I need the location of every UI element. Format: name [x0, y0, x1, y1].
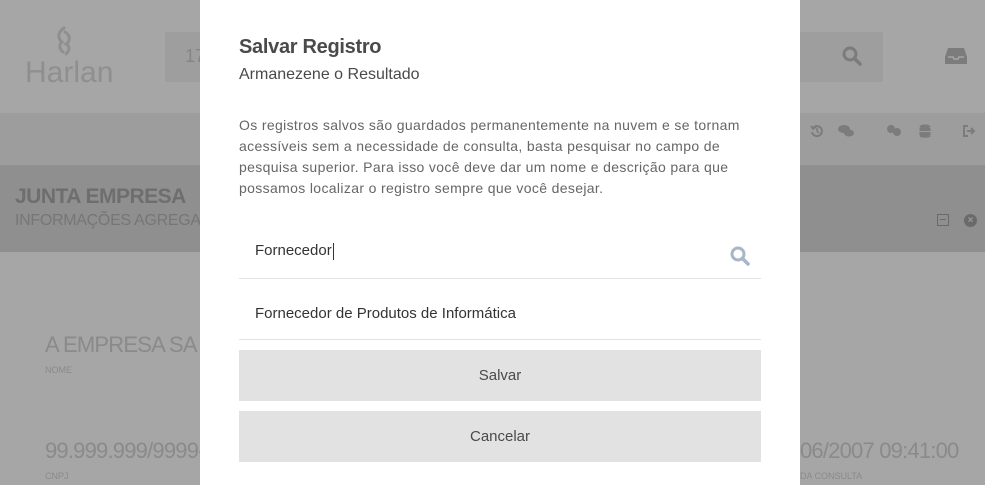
search-icon[interactable]	[842, 46, 862, 66]
comments-icon[interactable]	[838, 124, 854, 138]
modal-title: Salvar Registro	[239, 36, 382, 58]
cnpj-label: CNPJ	[45, 471, 69, 481]
query-date-value: 06/2007 09:41:00	[800, 438, 959, 463]
save-record-modal: Salvar Registro Armanezene o Resultado O…	[200, 0, 800, 485]
minimize-icon[interactable]	[937, 214, 949, 226]
cancel-button[interactable]: Cancelar	[239, 411, 761, 462]
database-icon[interactable]	[919, 124, 931, 138]
close-icon[interactable]: ×	[964, 214, 977, 227]
record-description-input[interactable]: Fornecedor de Produtos de Informática	[255, 305, 516, 322]
query-date-label: DA CONSULTA	[800, 471, 863, 481]
search-icon[interactable]	[730, 246, 750, 266]
text-caret	[332, 243, 334, 260]
users-icon[interactable]	[885, 124, 903, 138]
record-name-field[interactable]: Fornecedor	[239, 227, 761, 279]
section-title: JUNTA EMPRESA	[15, 185, 186, 208]
logout-icon[interactable]	[962, 124, 976, 138]
company-name-value: A EMPRESA SA	[45, 332, 198, 357]
record-description-field[interactable]: Fornecedor de Produtos de Informática	[239, 288, 761, 340]
modal-subtitle: Armanezene o Resultado	[239, 66, 420, 83]
logo-mark-icon	[57, 26, 71, 56]
history-icon[interactable]	[810, 124, 824, 138]
company-name-label: NOME	[45, 365, 72, 375]
record-name-input[interactable]: Fornecedor	[255, 242, 725, 259]
inbox-icon[interactable]	[944, 46, 968, 66]
harlan-logo: Harlan	[25, 26, 115, 92]
logo-text: Harlan	[25, 56, 114, 89]
modal-description: Os registros salvos são guardados perman…	[239, 117, 740, 196]
save-button[interactable]: Salvar	[239, 350, 761, 401]
